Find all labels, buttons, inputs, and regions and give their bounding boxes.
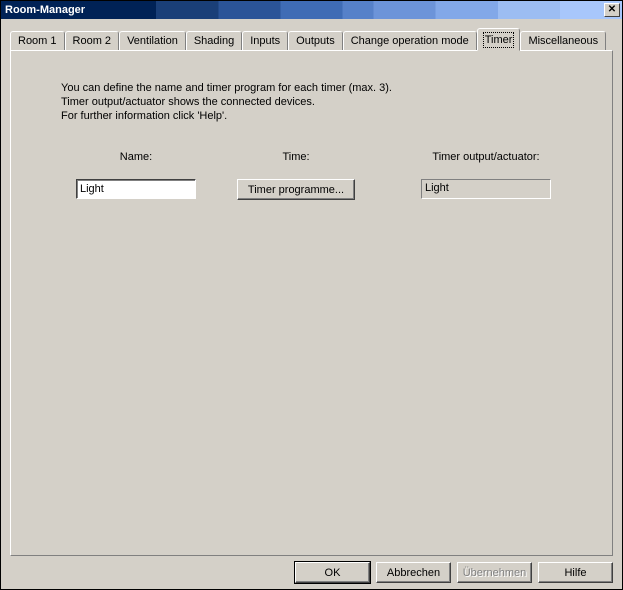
column-time: Time: Timer programme... <box>211 151 381 200</box>
output-header: Timer output/actuator: <box>432 151 539 163</box>
intro-line1: You can define the name and timer progra… <box>61 81 572 95</box>
column-name: Name: <box>61 151 211 199</box>
intro-line2: Timer output/actuator shows the connecte… <box>61 95 572 109</box>
timer-programme-button[interactable]: Timer programme... <box>237 179 355 200</box>
tab-ventilation[interactable]: Ventilation <box>119 31 186 50</box>
close-icon: ✕ <box>608 5 616 15</box>
tab-outputs[interactable]: Outputs <box>288 31 343 50</box>
timer-output-field: Light <box>421 179 551 199</box>
name-header: Name: <box>120 151 152 163</box>
tab-room1[interactable]: Room 1 <box>10 31 65 50</box>
time-header: Time: <box>282 151 309 163</box>
window-title: Room-Manager <box>5 4 85 16</box>
tab-change-mode[interactable]: Change operation mode <box>343 31 477 50</box>
title-bar: Room-Manager ✕ <box>1 1 622 19</box>
tab-shading[interactable]: Shading <box>186 31 242 50</box>
cancel-button[interactable]: Abbrechen <box>376 562 451 583</box>
intro-line3: For further information click 'Help'. <box>61 109 572 123</box>
client-area: Room 1 Room 2 Ventilation Shading Inputs… <box>1 19 622 589</box>
tab-miscellaneous[interactable]: Miscellaneous <box>520 31 606 50</box>
ok-button[interactable]: OK <box>295 562 370 583</box>
apply-button[interactable]: Übernehmen <box>457 562 532 583</box>
dialog-button-row: OK Abbrechen Übernehmen Hilfe <box>10 556 613 583</box>
intro-text: You can define the name and timer progra… <box>61 81 572 123</box>
close-button[interactable]: ✕ <box>604 3 620 17</box>
tab-inputs[interactable]: Inputs <box>242 31 288 50</box>
tab-timer[interactable]: Timer <box>477 28 521 51</box>
tab-strip: Room 1 Room 2 Ventilation Shading Inputs… <box>10 28 613 50</box>
timer-name-input[interactable] <box>76 179 196 199</box>
help-button[interactable]: Hilfe <box>538 562 613 583</box>
window-buttons: ✕ <box>604 3 622 17</box>
tab-room2[interactable]: Room 2 <box>65 31 120 50</box>
timer-columns: Name: Time: Timer programme... Timer out… <box>61 151 572 200</box>
room-manager-window: Room-Manager ✕ Room 1 Room 2 Ventilation… <box>0 0 623 590</box>
tab-panel-timer: You can define the name and timer progra… <box>10 50 613 556</box>
column-output: Timer output/actuator: Light <box>401 151 571 199</box>
